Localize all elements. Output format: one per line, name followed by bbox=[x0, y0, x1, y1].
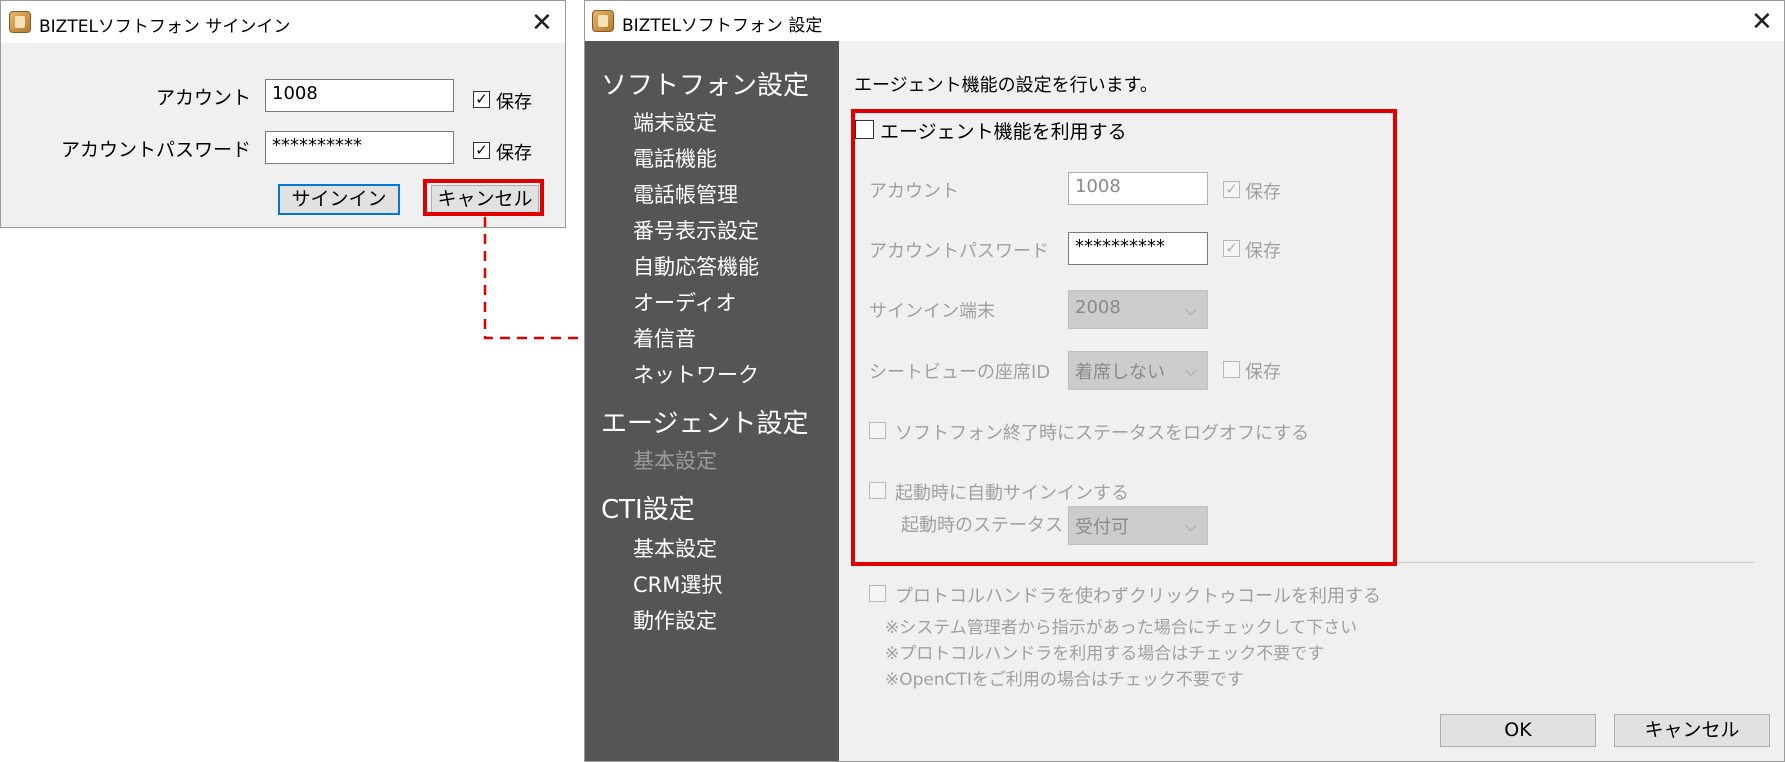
note-2: ※プロトコルハンドラを利用する場合はチェック不要です bbox=[885, 644, 1325, 664]
sidebar-item-crm[interactable]: CRM選択 bbox=[633, 569, 722, 599]
sidebar-item-behavior[interactable]: 動作設定 bbox=[633, 605, 717, 635]
intro-text: エージェント機能の設定を行います。 bbox=[854, 75, 1158, 96]
sidebar-item-terminal[interactable]: 端末設定 bbox=[633, 107, 717, 137]
settings-cancel-button[interactable]: キャンセル bbox=[1614, 714, 1770, 747]
agent-settings-highlight-box bbox=[851, 109, 1397, 566]
ok-button[interactable]: OK bbox=[1440, 714, 1596, 747]
sidebar-item-audio[interactable]: オーディオ bbox=[633, 287, 737, 317]
note-1: ※システム管理者から指示があった場合にチェックして下さい bbox=[885, 618, 1358, 638]
sidebar-item-phonebook[interactable]: 電話帳管理 bbox=[633, 179, 738, 209]
settings-title: BIZTELソフトフォン 設定 bbox=[622, 16, 823, 36]
settings-sidebar: ソフトフォン設定 端末設定 電話機能 電話帳管理 番号表示設定 自動応答機能 オ… bbox=[585, 41, 839, 761]
protocol-handler-checkbox[interactable] bbox=[869, 585, 886, 602]
sidebar-item-agent-basic[interactable]: 基本設定 bbox=[633, 445, 717, 475]
note-3: ※OpenCTIをご利用の場合はチェック不要です bbox=[885, 670, 1244, 690]
sidebar-item-cti-basic[interactable]: 基本設定 bbox=[633, 533, 717, 563]
sidebar-item-ringtone[interactable]: 着信音 bbox=[633, 323, 696, 353]
sidebar-item-number-display[interactable]: 番号表示設定 bbox=[633, 215, 759, 245]
protocol-handler-label: プロトコルハンドラを使わずクリックトゥコールを利用する bbox=[895, 586, 1381, 607]
sidebar-header-agent[interactable]: エージェント設定 bbox=[601, 403, 808, 440]
sidebar-header-softphone[interactable]: ソフトフォン設定 bbox=[601, 65, 809, 102]
sidebar-item-network[interactable]: ネットワーク bbox=[633, 359, 759, 389]
settings-titlebar: BIZTELソフトフォン 設定 ✕ bbox=[585, 1, 1784, 41]
sidebar-item-auto-answer[interactable]: 自動応答機能 bbox=[633, 251, 759, 281]
close-icon[interactable]: ✕ bbox=[1751, 9, 1773, 35]
biztel-app-icon bbox=[592, 10, 614, 32]
sidebar-header-cti[interactable]: CTI設定 bbox=[601, 489, 695, 526]
sidebar-item-phone-function[interactable]: 電話機能 bbox=[633, 143, 717, 173]
